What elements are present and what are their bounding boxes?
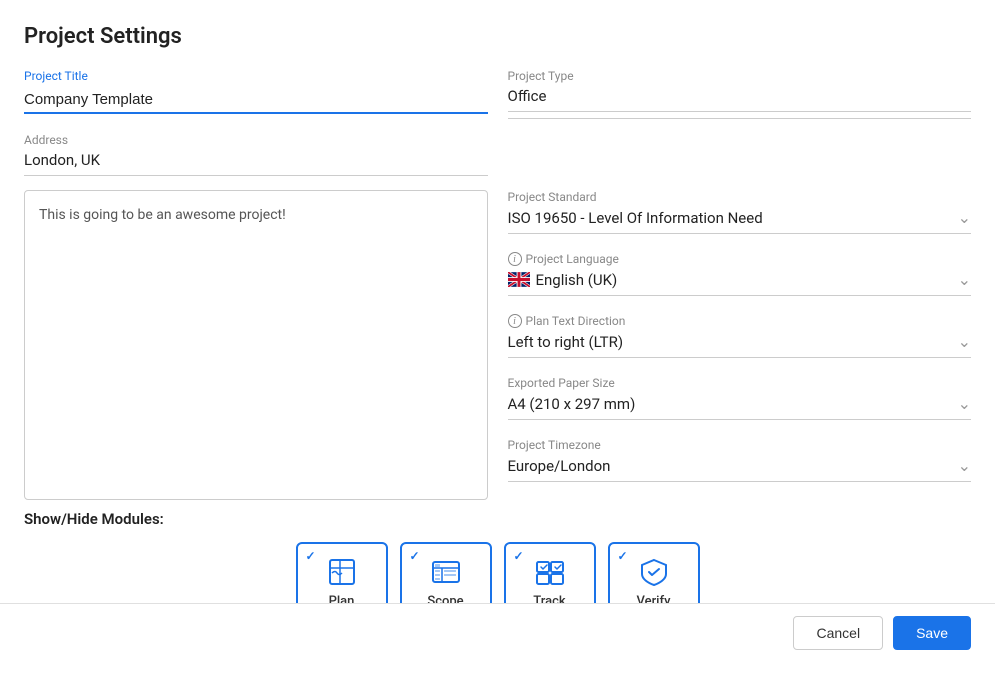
project-standard-value: ISO 19650 - Level Of Information Need: [508, 209, 763, 227]
project-timezone-label: Project Timezone: [508, 438, 972, 452]
show-hide-modules-title: Show/Hide Modules:: [24, 510, 971, 528]
project-standard-row[interactable]: ISO 19650 - Level Of Information Need ⌄: [508, 208, 972, 234]
plan-icon: [326, 556, 358, 588]
track-icon: [534, 556, 566, 588]
project-language-chevron-icon: ⌄: [958, 270, 971, 289]
project-type-label: Project Type: [508, 69, 972, 83]
plan-text-direction-chevron-icon: ⌄: [958, 332, 971, 351]
address-field: Address London, UK: [24, 133, 488, 176]
plan-text-direction-row[interactable]: Left to right (LTR) ⌄: [508, 332, 972, 358]
project-timezone-row[interactable]: Europe/London ⌄: [508, 456, 972, 482]
project-language-row[interactable]: English (UK) ⌄: [508, 270, 972, 296]
address-value: London, UK: [24, 151, 488, 176]
project-type-row: Office: [508, 87, 972, 112]
project-language-field: i Project Language English (UK): [508, 252, 972, 296]
exported-paper-size-row[interactable]: A4 (210 x 297 mm) ⌄: [508, 394, 972, 420]
project-language-label: i Project Language: [508, 252, 972, 266]
footer-bar: Cancel Save: [0, 603, 995, 662]
exported-paper-size-value: A4 (210 x 297 mm): [508, 395, 636, 413]
exported-paper-size-field: Exported Paper Size A4 (210 x 297 mm) ⌄: [508, 376, 972, 420]
cancel-button[interactable]: Cancel: [793, 616, 883, 650]
right-settings: Project Standard ISO 19650 - Level Of In…: [508, 190, 972, 500]
form-grid: Project Title Project Type Office Addres…: [24, 69, 971, 674]
exported-paper-size-label: Exported Paper Size: [508, 376, 972, 390]
project-title-input[interactable]: [24, 87, 488, 114]
project-type-value: Office: [508, 87, 972, 105]
project-standard-chevron-icon: ⌄: [958, 208, 971, 227]
address-label: Address: [24, 133, 488, 147]
plan-text-direction-label: i Plan Text Direction: [508, 314, 972, 328]
plan-checkmark-icon: ✓: [306, 549, 316, 563]
project-timezone-chevron-icon: ⌄: [958, 456, 971, 475]
scope-checkmark-icon: ✓: [410, 549, 420, 563]
uk-flag-icon: [508, 272, 530, 287]
description-text: This is going to be an awesome project!: [39, 207, 286, 223]
page-container: Project Settings Project Title Project T…: [0, 0, 995, 674]
track-checkmark-icon: ✓: [514, 549, 524, 563]
plan-text-direction-value: Left to right (LTR): [508, 333, 624, 351]
plan-text-direction-field: i Plan Text Direction Left to right (LTR…: [508, 314, 972, 358]
save-button[interactable]: Save: [893, 616, 971, 650]
page-title: Project Settings: [24, 24, 971, 49]
project-timezone-value: Europe/London: [508, 457, 611, 475]
spacer: [508, 133, 972, 190]
exported-paper-size-chevron-icon: ⌄: [958, 394, 971, 413]
description-box[interactable]: This is going to be an awesome project!: [24, 190, 488, 500]
plan-text-direction-info-icon: i: [508, 314, 522, 328]
project-standard-field: Project Standard ISO 19650 - Level Of In…: [508, 190, 972, 234]
project-language-value: English (UK): [508, 271, 618, 289]
scope-icon: [430, 556, 462, 588]
project-language-info-icon: i: [508, 252, 522, 266]
project-timezone-field: Project Timezone Europe/London ⌄: [508, 438, 972, 482]
verify-checkmark-icon: ✓: [618, 549, 628, 563]
project-type-field: Project Type Office: [508, 69, 972, 119]
project-standard-label: Project Standard: [508, 190, 972, 204]
project-title-label: Project Title: [24, 69, 488, 83]
project-title-field: Project Title: [24, 69, 488, 119]
verify-icon: [638, 556, 670, 588]
